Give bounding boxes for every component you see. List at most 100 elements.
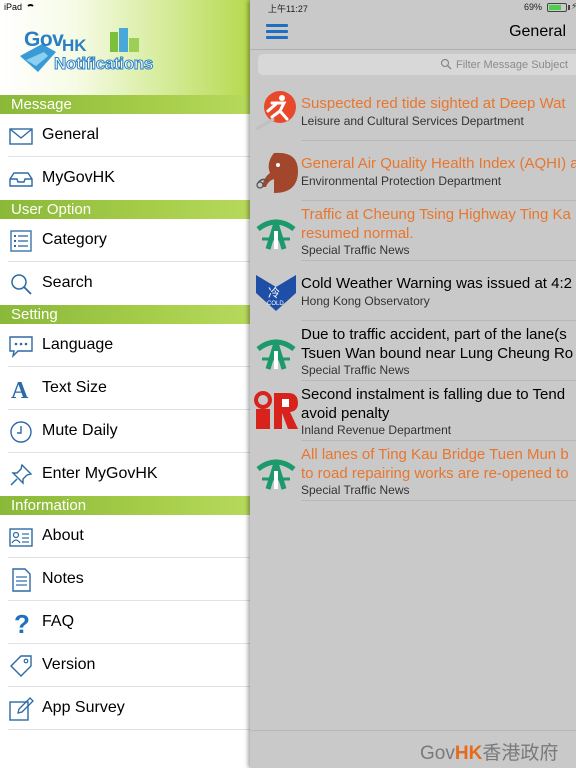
message-item[interactable]: All lanes of Ting Kau Bridge Tuen Mun b … xyxy=(250,441,576,501)
drawer-item-label: MyGovHK xyxy=(42,169,115,186)
govhk-footer-logo: GovHK香港政府 xyxy=(420,738,558,765)
wifi-icon xyxy=(26,3,36,11)
drawer-item-about[interactable]: About xyxy=(0,515,250,558)
message-title: Due to traffic accident, part of the lan… xyxy=(301,326,567,343)
search-bar[interactable] xyxy=(258,54,576,75)
section-header-user-option: User Option xyxy=(0,200,250,219)
tag-icon xyxy=(10,655,32,677)
drawer-header: iPad Gov HK Notifications xyxy=(0,0,250,95)
message-title-line2: resumed normal. xyxy=(301,225,414,242)
message-department: Hong Kong Observatory xyxy=(301,294,430,308)
page-title: General xyxy=(509,23,566,40)
id-card-icon xyxy=(9,528,33,547)
lcsd-runner-logo-icon xyxy=(255,91,296,131)
svg-text:A: A xyxy=(11,378,29,402)
footer-chinese-text: 香港政府 xyxy=(482,743,559,764)
question-mark-icon: ? xyxy=(14,610,30,636)
drawer-item-category[interactable]: Category xyxy=(0,219,250,262)
message-title: Traffic at Cheung Tsing Highway Ting Ka xyxy=(301,206,571,223)
message-item[interactable]: Suspected red tide sighted at Deep Wat L… xyxy=(250,81,576,141)
divider xyxy=(301,500,576,501)
inbox-tray-icon xyxy=(9,172,33,187)
govhk-notifications-logo: Gov HK Notifications xyxy=(18,26,158,82)
drawer-item-app-survey[interactable]: App Survey xyxy=(0,687,250,730)
message-item[interactable]: 冷 COLD Cold Weather Warning was issued a… xyxy=(250,261,576,321)
clock-icon xyxy=(10,421,32,443)
magnifier-icon xyxy=(11,274,32,295)
drawer-item-general[interactable]: General xyxy=(0,114,250,157)
hamburger-line xyxy=(266,30,288,33)
device-name: iPad xyxy=(4,2,23,12)
logo-gov-text: Gov xyxy=(24,28,64,51)
drawer-item-label: Notes xyxy=(42,570,84,587)
drawer-item-search[interactable]: Search xyxy=(0,262,250,305)
message-item[interactable]: Due to traffic accident, part of the lan… xyxy=(250,321,576,381)
search-icon xyxy=(440,58,452,70)
drawer-item-label: Version xyxy=(42,656,96,673)
drawer-item-label: Text Size xyxy=(42,379,107,396)
edit-icon xyxy=(9,697,34,721)
epd-elephant-logo-icon xyxy=(256,152,298,193)
menu-button[interactable] xyxy=(266,24,288,39)
message-department: Leisure and Cultural Services Department xyxy=(301,114,524,128)
logo-hk-text: HK xyxy=(62,36,87,55)
message-item[interactable]: General Air Quality Health Index (AQHI) … xyxy=(250,141,576,201)
document-icon xyxy=(12,568,31,592)
svg-text:?: ? xyxy=(14,610,30,636)
td-road-logo-icon xyxy=(256,219,296,250)
hamburger-icon xyxy=(266,24,288,27)
drawer-item-enter-mygovhk[interactable]: Enter MyGovHK xyxy=(0,453,250,496)
section-header-information: Information xyxy=(0,496,250,515)
ird-logo-icon xyxy=(254,391,298,429)
message-title: Cold Weather Warning was issued at 4:2 xyxy=(301,275,572,292)
drawer-item-label: Mute Daily xyxy=(42,422,118,439)
svg-text:冷: 冷 xyxy=(268,286,280,300)
message-department: Special Traffic News xyxy=(301,243,410,257)
message-item[interactable]: Traffic at Cheung Tsing Highway Ting Ka … xyxy=(250,201,576,261)
section-header-setting: Setting xyxy=(0,305,250,324)
list-icon xyxy=(10,230,32,252)
section-header-message: Message xyxy=(0,95,250,114)
battery-tip xyxy=(568,5,570,10)
envelope-icon xyxy=(9,128,33,145)
speech-bubble-icon xyxy=(9,336,33,359)
drawer-item-label: Category xyxy=(42,231,107,248)
footer-hk-text: HK xyxy=(454,743,483,764)
battery-percent: 69% xyxy=(524,2,543,12)
footer-divider xyxy=(250,730,576,731)
drawer-item-text-size[interactable]: A Text Size xyxy=(0,367,250,410)
message-title-line2: avoid penalty xyxy=(301,405,390,422)
drawer-item-notes[interactable]: Notes xyxy=(0,558,250,601)
search-input[interactable] xyxy=(456,57,576,72)
drawer-item-label: Search xyxy=(42,274,93,291)
pushpin-icon xyxy=(10,463,33,486)
message-title: Suspected red tide sighted at Deep Wat xyxy=(301,95,566,112)
drawer-item-label: Language xyxy=(42,336,114,353)
charging-icon: ⚡ xyxy=(571,1,576,11)
message-department: Inland Revenue Department xyxy=(301,423,452,437)
side-drawer: iPad Gov HK Notifications Message Genera… xyxy=(0,0,250,768)
message-department: Special Traffic News xyxy=(301,483,410,497)
drawer-item-version[interactable]: Version xyxy=(0,644,250,687)
message-department: Special Traffic News xyxy=(301,363,410,377)
main-panel: 上午11:27 69% ⚡ General Suspected red tide… xyxy=(250,0,576,768)
nav-bar: General xyxy=(250,14,576,50)
drawer-item-language[interactable]: Language xyxy=(0,324,250,367)
cold-warning-logo-icon: 冷 COLD xyxy=(256,275,296,311)
drawer-item-label: About xyxy=(42,527,84,544)
drawer-item-mute-daily[interactable]: Mute Daily xyxy=(0,410,250,453)
message-department: Environmental Protection Department xyxy=(301,174,502,188)
drawer-item-label: FAQ xyxy=(42,613,75,630)
footer-gov-text: Gov xyxy=(420,743,455,764)
drawer-item-label: Enter MyGovHK xyxy=(42,465,158,482)
message-title-line2: to road repairing works are re-opened to xyxy=(301,465,569,482)
drawer-item-label: App Survey xyxy=(42,699,125,716)
letter-a-icon: A xyxy=(11,378,29,402)
device-status: iPad xyxy=(4,2,36,12)
drawer-item-label: General xyxy=(42,126,99,143)
logo-notifications-text: Notifications xyxy=(53,54,154,74)
message-item[interactable]: Second instalment is falling due to Tend… xyxy=(250,381,576,441)
divider xyxy=(8,729,250,730)
drawer-item-faq[interactable]: ? FAQ xyxy=(0,601,250,644)
drawer-item-mygovhk[interactable]: MyGovHK xyxy=(0,157,250,200)
